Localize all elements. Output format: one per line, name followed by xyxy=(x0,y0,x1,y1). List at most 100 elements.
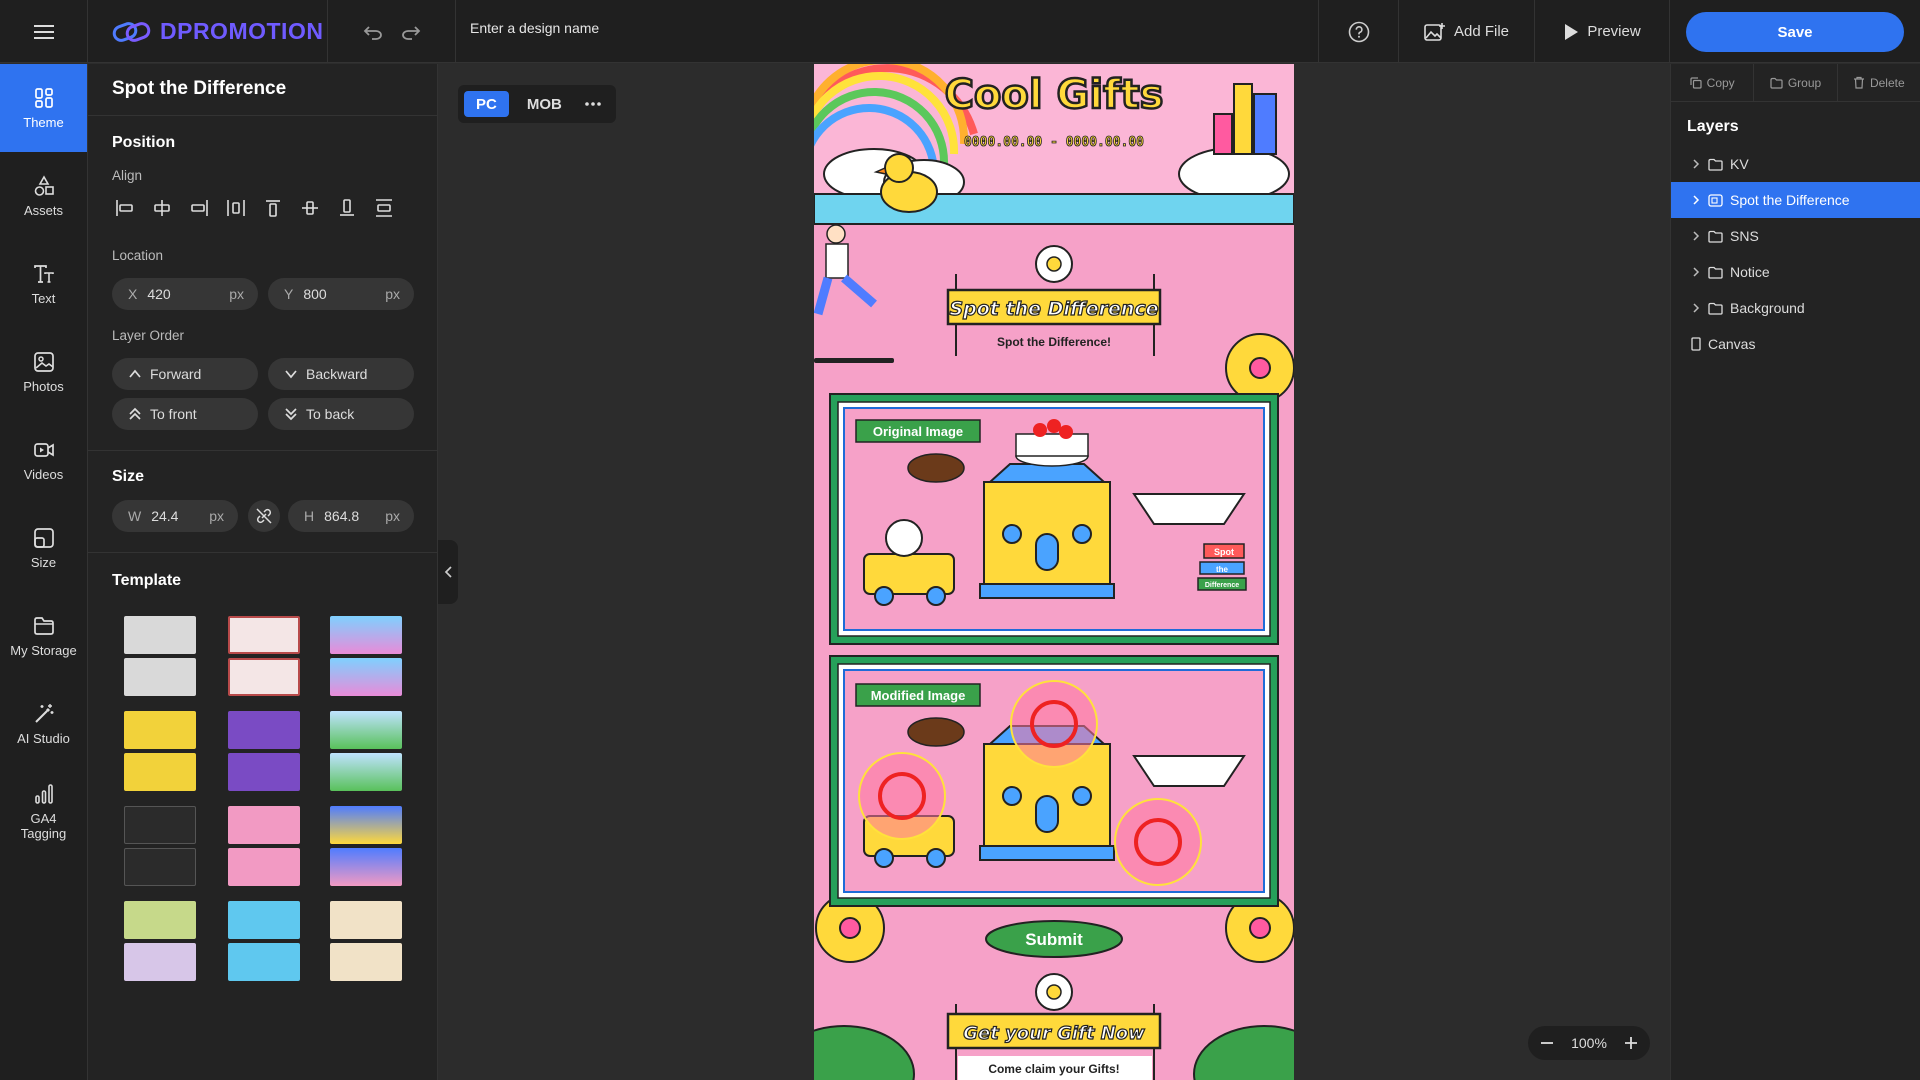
template-thumb[interactable] xyxy=(228,616,300,698)
y-position-field[interactable]: Y 800 px xyxy=(268,278,414,310)
videos-icon xyxy=(33,442,54,457)
sign-difference-text: Difference xyxy=(1205,582,1239,589)
canvas-icon xyxy=(1691,337,1701,351)
to-front-label: To front xyxy=(150,406,197,422)
banner2-title: Get your Gift Now xyxy=(963,1023,1145,1044)
align-bottom-button[interactable] xyxy=(336,197,358,219)
copy-button[interactable]: Copy xyxy=(1671,64,1755,101)
original-label: Original Image xyxy=(873,424,963,439)
template-thumb[interactable] xyxy=(124,711,196,793)
design-name-input[interactable]: Enter a design name xyxy=(470,20,599,36)
aspect-lock-button[interactable] xyxy=(248,500,280,532)
delete-button[interactable]: Delete xyxy=(1838,64,1920,101)
h-value: 864.8 xyxy=(324,508,360,524)
preview-button[interactable]: Preview xyxy=(1534,0,1670,63)
backward-button[interactable]: Backward xyxy=(268,358,414,390)
align-right-icon xyxy=(191,200,208,216)
nav-item-ga4-tagging[interactable]: GA4 Tagging xyxy=(0,768,87,856)
chevron-right-icon[interactable] xyxy=(1691,302,1701,314)
template-thumb[interactable] xyxy=(124,806,196,888)
banner1-title: Spot the Difference xyxy=(949,298,1158,320)
template-thumb[interactable] xyxy=(124,901,196,983)
height-field[interactable]: H 864.8 px xyxy=(288,500,414,532)
layer-sns[interactable]: SNS xyxy=(1671,218,1920,254)
device-mob-button[interactable]: MOB xyxy=(515,91,574,117)
template-thumb[interactable] xyxy=(228,901,300,983)
layer-kv[interactable]: KV xyxy=(1671,146,1920,182)
template-thumb[interactable] xyxy=(330,901,402,983)
align-left-button[interactable] xyxy=(114,197,136,219)
template-thumb[interactable] xyxy=(330,711,402,793)
distribute-v-icon xyxy=(376,199,392,217)
design-canvas[interactable]: Cool Gifts 0000.00.00 - 0000.00.00 Spot … xyxy=(814,64,1294,1080)
help-button[interactable] xyxy=(1318,0,1398,63)
zoom-out-button[interactable] xyxy=(1540,1036,1554,1050)
nav-label: Photos xyxy=(23,378,64,394)
redo-icon xyxy=(401,25,420,40)
align-right-button[interactable] xyxy=(188,197,210,219)
align-center-h-button[interactable] xyxy=(151,197,173,219)
template-thumb[interactable] xyxy=(330,616,402,698)
zoom-in-button[interactable] xyxy=(1624,1036,1638,1050)
nav-item-ai-studio[interactable]: AI Studio xyxy=(0,680,87,768)
forward-button[interactable]: Forward xyxy=(112,358,258,390)
distribute-v-button[interactable] xyxy=(373,197,395,219)
chevron-right-icon[interactable] xyxy=(1691,230,1701,242)
template-thumb[interactable] xyxy=(124,616,196,698)
add-file-button[interactable]: Add File xyxy=(1398,0,1534,63)
align-top-button[interactable] xyxy=(262,197,284,219)
sign-the-text: the xyxy=(1216,565,1229,574)
nav-item-theme[interactable]: Theme xyxy=(0,64,87,152)
distribute-h-button[interactable] xyxy=(225,197,247,219)
nav-item-size[interactable]: Size xyxy=(0,504,87,592)
template-thumb[interactable] xyxy=(228,806,300,888)
undo-button[interactable] xyxy=(363,24,383,40)
width-field[interactable]: W 24.4 px xyxy=(112,500,238,532)
submit-button-art: Submit xyxy=(985,920,1123,958)
layer-order-label: Layer Order xyxy=(112,328,185,343)
menu-button[interactable] xyxy=(0,0,88,63)
nav-item-photos[interactable]: Photos xyxy=(0,328,87,416)
template-thumb[interactable] xyxy=(330,806,402,888)
nav-item-videos[interactable]: Videos xyxy=(0,416,87,504)
logo-icon xyxy=(112,21,151,42)
to-back-label: To back xyxy=(306,406,355,422)
more-options-button[interactable] xyxy=(584,101,602,107)
x-position-field[interactable]: X 420 px xyxy=(112,278,258,310)
double-chevron-down-icon xyxy=(285,408,297,421)
save-button[interactable]: Save xyxy=(1686,12,1904,52)
layer-spot-the-difference[interactable]: Spot the Difference xyxy=(1671,182,1920,218)
collapse-panel-button[interactable] xyxy=(438,540,458,604)
nav-item-assets[interactable]: Assets xyxy=(0,152,87,240)
layer-label: KV xyxy=(1730,156,1749,172)
submit-text: Submit xyxy=(1025,930,1083,949)
chevron-right-icon[interactable] xyxy=(1691,266,1701,278)
layer-canvas[interactable]: Canvas xyxy=(1671,326,1920,362)
art-title: Cool Gifts xyxy=(945,72,1164,118)
device-pc-button[interactable]: PC xyxy=(464,91,509,117)
chevron-right-icon[interactable] xyxy=(1691,194,1701,206)
group-button[interactable]: Group xyxy=(1754,64,1838,101)
layer-notice[interactable]: Notice xyxy=(1671,254,1920,290)
nav-item-text[interactable]: Text xyxy=(0,240,87,328)
to-back-button[interactable]: To back xyxy=(268,398,414,430)
align-bottom-icon xyxy=(340,199,354,216)
layer-label: Notice xyxy=(1730,264,1770,280)
logo[interactable]: DPROMOTION xyxy=(88,0,328,63)
device-toggle: PC MOB xyxy=(458,85,616,123)
w-unit: px xyxy=(209,508,224,524)
nav-label: Assets xyxy=(23,202,63,218)
layer-background[interactable]: Background xyxy=(1671,290,1920,326)
folder-icon xyxy=(1708,230,1723,243)
copy-label: Copy xyxy=(1706,75,1735,90)
nav-item-my-storage[interactable]: My Storage xyxy=(0,592,87,680)
hamburger-icon xyxy=(33,24,54,39)
redo-button[interactable] xyxy=(401,24,421,40)
add-image-icon xyxy=(1424,22,1445,41)
component-icon xyxy=(1708,193,1723,207)
align-center-h-icon xyxy=(154,200,170,216)
template-thumb[interactable] xyxy=(228,711,300,793)
align-middle-button[interactable] xyxy=(299,197,321,219)
chevron-right-icon[interactable] xyxy=(1691,158,1701,170)
to-front-button[interactable]: To front xyxy=(112,398,258,430)
